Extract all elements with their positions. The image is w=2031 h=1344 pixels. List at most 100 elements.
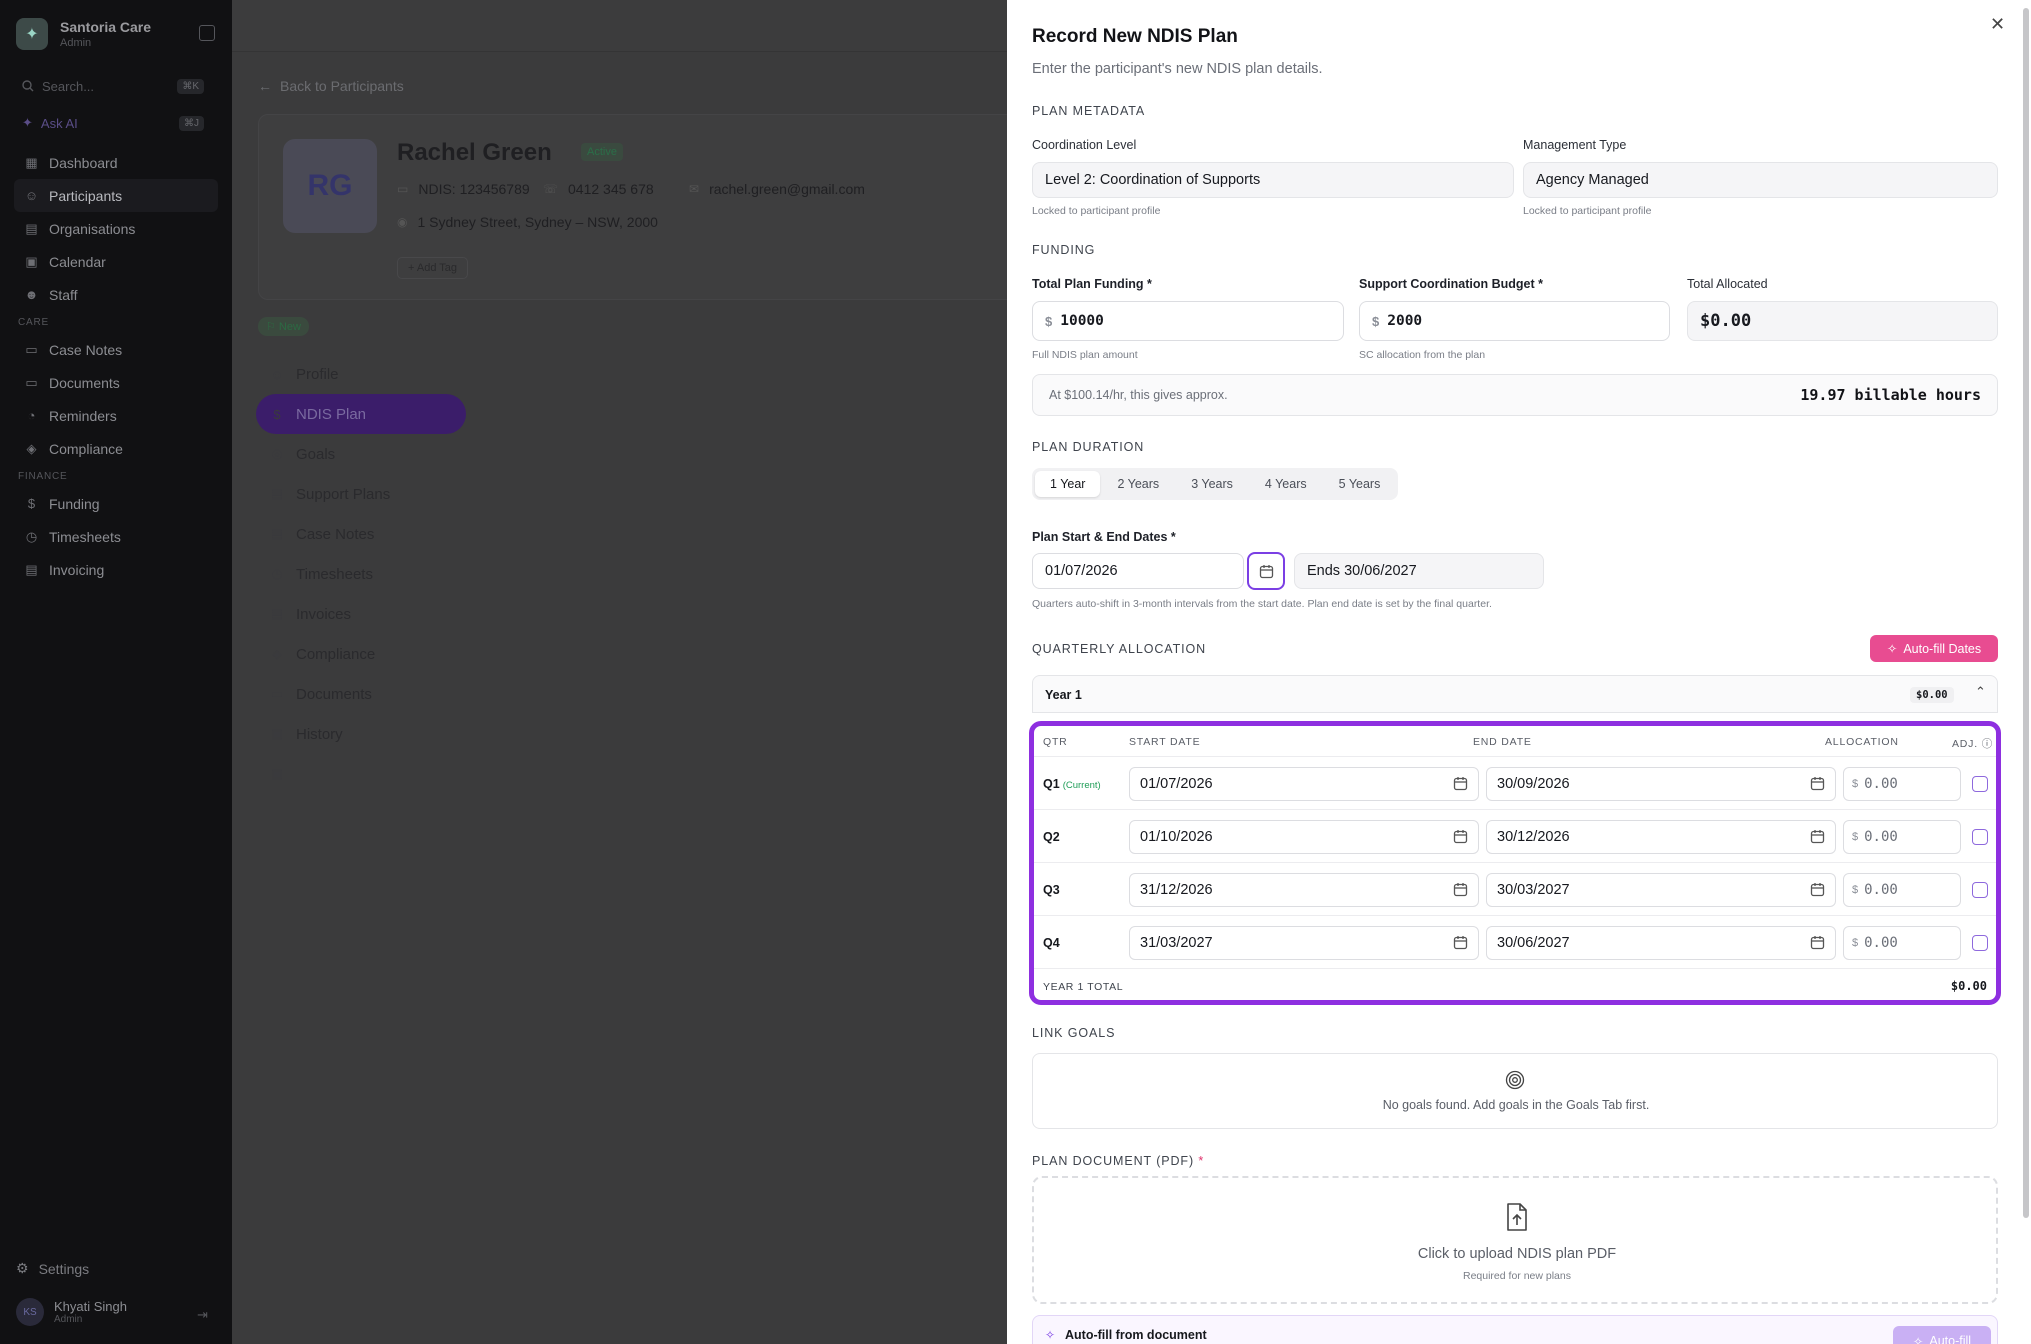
tab-more[interactable]: ▣: [256, 754, 466, 794]
drawer-scrollbar[interactable]: [2023, 8, 2029, 1218]
current-tag: (Current): [1062, 780, 1101, 791]
duration-5-years[interactable]: 5 Years: [1324, 471, 1396, 497]
auto-fill-dates-button[interactable]: ✧ Auto-fill Dates: [1870, 635, 1998, 662]
phone[interactable]: ☏ 0412 345 678: [543, 181, 654, 197]
sidebar-item-funding[interactable]: $ Funding: [14, 487, 218, 520]
sidebar-item-organisations[interactable]: ▤ Organisations: [14, 212, 218, 245]
users-icon: ☺: [24, 188, 39, 203]
section-funding: FUNDING: [1032, 243, 1096, 257]
currency-symbol: $: [1372, 313, 1380, 329]
calendar-icon[interactable]: [1810, 882, 1825, 897]
q2-adj-checkbox[interactable]: [1972, 829, 1988, 845]
q4-allocation-input[interactable]: $0.00: [1843, 926, 1961, 960]
start-date-calendar-button[interactable]: [1247, 552, 1285, 590]
calendar-icon[interactable]: [1453, 829, 1468, 844]
management-type-field[interactable]: Agency Managed: [1523, 162, 1998, 198]
sidebar-item-compliance[interactable]: ◈ Compliance: [14, 432, 218, 465]
sidebar-search[interactable]: Search... ⌘K: [14, 72, 210, 100]
sidebar-item-calendar[interactable]: ▣ Calendar: [14, 245, 218, 278]
calendar-icon[interactable]: [1453, 776, 1468, 791]
tab-compliance[interactable]: ◈ Compliance: [256, 634, 466, 674]
q1-end-date-input[interactable]: 30/09/2026: [1486, 767, 1836, 801]
add-tag-button[interactable]: + Add Tag: [397, 257, 469, 279]
allocation-value: 0.00: [1864, 882, 1898, 898]
duration-2-years[interactable]: 2 Years: [1102, 471, 1174, 497]
q1-start-date-input[interactable]: 01/07/2026: [1129, 767, 1479, 801]
q1-allocation-input[interactable]: $0.00: [1843, 767, 1961, 801]
calendar-icon[interactable]: [1453, 935, 1468, 950]
brand[interactable]: ✦ Santoria Care Admin: [16, 18, 151, 50]
invoice-icon: ▤: [270, 606, 284, 621]
upload-pdf-dropzone[interactable]: Click to upload NDIS plan PDF Required f…: [1032, 1176, 1998, 1304]
duration-4-years[interactable]: 4 Years: [1250, 471, 1322, 497]
year-total-value: $0.00: [1950, 979, 1987, 993]
sidebar-item-timesheets[interactable]: ◷ Timesheets: [14, 520, 218, 553]
auto-fill-button[interactable]: ✧ Auto-fill: [1893, 1326, 1991, 1344]
phone-text: 0412 345 678: [568, 181, 654, 197]
q3-adj-checkbox[interactable]: [1972, 882, 1988, 898]
calendar-icon[interactable]: [1810, 935, 1825, 950]
tab-timesheets[interactable]: ◷ Timesheets: [256, 554, 466, 594]
billable-hours-info: At $100.14/hr, this gives approx. 19.97 …: [1032, 374, 1998, 416]
ask-ai-button[interactable]: ✦ Ask AI ⌘J: [14, 110, 210, 136]
clock-icon: ◷: [271, 566, 283, 581]
q4-adj-checkbox[interactable]: [1972, 935, 1988, 951]
sidebar-item-documents[interactable]: ▭ Documents: [14, 366, 218, 399]
date-value: 01/07/2026: [1140, 776, 1213, 792]
tab-ndis-plan[interactable]: $ NDIS Plan: [256, 394, 466, 434]
year-1-header[interactable]: Year 1 $0.00 ⌃: [1032, 675, 1998, 713]
sidebar-item-case-notes[interactable]: ▭ Case Notes: [14, 333, 218, 366]
header-qtr: QTR: [1043, 736, 1068, 748]
sidebar-settings[interactable]: ⚙ Settings: [16, 1260, 89, 1277]
address-text: 1 Sydney Street, Sydney – NSW, 2000: [417, 214, 658, 230]
info-icon[interactable]: ⓘ: [1982, 738, 1993, 750]
tab-goals[interactable]: ◎ Goals: [256, 434, 466, 474]
sidebar-item-invoicing[interactable]: ▤ Invoicing: [14, 553, 218, 586]
sidebar-item-participants[interactable]: ☺ Participants: [14, 179, 218, 212]
building-icon: ▤: [25, 220, 38, 236]
sidebar-user[interactable]: KS Khyati Singh Admin: [16, 1298, 127, 1326]
chevron-up-icon[interactable]: ⌃: [1975, 684, 1986, 700]
calendar-icon[interactable]: [1810, 829, 1825, 844]
more-icon: ▣: [270, 766, 284, 781]
link-goals-empty-state: No goals found. Add goals in the Goals T…: [1032, 1053, 1998, 1129]
magic-wand-icon: ✧: [1886, 642, 1898, 656]
sidebar-item-label: Reminders: [49, 407, 117, 424]
q3-allocation-input[interactable]: $0.00: [1843, 873, 1961, 907]
logout-icon[interactable]: ⇥: [197, 1307, 208, 1323]
tab-invoices[interactable]: ▤ Invoices: [256, 594, 466, 634]
q2-allocation-input[interactable]: $0.00: [1843, 820, 1961, 854]
back-to-participants-link[interactable]: ← Back to Participants: [258, 78, 404, 94]
tab-history[interactable]: ▣ History: [256, 714, 466, 754]
duration-1-year[interactable]: 1 Year: [1035, 471, 1101, 497]
plan-start-date-input[interactable]: 01/07/2026: [1032, 553, 1244, 589]
close-icon[interactable]: ✕: [1990, 14, 2005, 35]
sidebar-item-dashboard[interactable]: ▦ Dashboard: [14, 146, 218, 179]
q2-start-date-input[interactable]: 01/10/2026: [1129, 820, 1479, 854]
sc-budget-input[interactable]: $ 2000: [1359, 301, 1670, 341]
q4-end-date-input[interactable]: 30/06/2027: [1486, 926, 1836, 960]
tab-support-plans[interactable]: ▤ Support Plans: [256, 474, 466, 514]
currency-symbol: $: [1852, 778, 1859, 790]
email[interactable]: ✉ rachel.green@gmail.com: [689, 181, 865, 197]
q4-start-date-input[interactable]: 31/03/2027: [1129, 926, 1479, 960]
total-funding-input[interactable]: $ 10000: [1032, 301, 1344, 341]
q2-end-date-input[interactable]: 30/12/2026: [1486, 820, 1836, 854]
divider: [1034, 809, 1996, 810]
sidebar-item-label: Funding: [49, 495, 100, 512]
sidebar-item-staff[interactable]: ☻ Staff: [14, 278, 218, 311]
sidebar-collapse-icon[interactable]: [199, 25, 215, 41]
q3-start-date-input[interactable]: 31/12/2026: [1129, 873, 1479, 907]
tab-documents[interactable]: ▭ Documents: [256, 674, 466, 714]
coordination-level-field[interactable]: Level 2: Coordination of Supports: [1032, 162, 1514, 198]
q1-adj-checkbox[interactable]: [1972, 776, 1988, 792]
q3-end-date-input[interactable]: 30/03/2027: [1486, 873, 1836, 907]
participant-tabs: ☺ Profile $ NDIS Plan ◎ Goals ▤ Support Plan…: [256, 354, 466, 794]
section-link-goals: LINK GOALS: [1032, 1026, 1116, 1040]
calendar-icon[interactable]: [1453, 882, 1468, 897]
sidebar-item-reminders[interactable]: ◔ Reminders: [14, 399, 218, 432]
duration-3-years[interactable]: 3 Years: [1176, 471, 1248, 497]
calendar-icon[interactable]: [1810, 776, 1825, 791]
tab-case-notes[interactable]: ▤ Case Notes: [256, 514, 466, 554]
tab-profile[interactable]: ☺ Profile: [256, 354, 466, 394]
